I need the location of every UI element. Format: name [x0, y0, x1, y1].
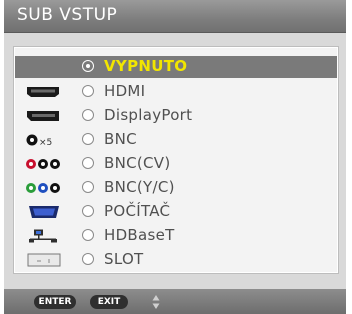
slot-icon [27, 253, 61, 267]
input-option-hdmi[interactable]: HDMI [15, 81, 337, 103]
radio-button[interactable] [82, 181, 94, 193]
input-option-label: BNC(CV) [104, 154, 171, 172]
input-option-slot[interactable]: SLOT [15, 249, 337, 271]
input-option-label: BNC [104, 130, 137, 148]
input-list: VYPNUTO HDMI DisplayPort ×5 BNC BNC(CV) … [13, 46, 339, 274]
input-option-displayport[interactable]: DisplayPort [15, 105, 337, 127]
input-option-label: VYPNUTO [104, 57, 188, 75]
input-option-label: DisplayPort [104, 106, 193, 124]
input-option-bnc[interactable]: ×5 BNC [15, 129, 337, 151]
radio-button-selected[interactable] [82, 60, 94, 72]
radio-button[interactable] [82, 157, 94, 169]
bnc-cv-icon [26, 159, 60, 169]
radio-button[interactable] [82, 253, 94, 265]
bnc-x5-icon: ×5 [26, 134, 52, 147]
bnc-count-text: ×5 [39, 138, 52, 147]
radio-button[interactable] [82, 133, 94, 145]
input-option-label: HDBaseT [104, 226, 175, 244]
input-option-off[interactable]: VYPNUTO [15, 56, 337, 78]
menu-title: SUB VSTUP [17, 5, 118, 25]
input-option-hdbaset[interactable]: HDBaseT [15, 225, 337, 247]
network-icon [29, 229, 57, 243]
menu-footer: ENTER EXIT [4, 289, 346, 314]
displayport-icon [27, 111, 59, 121]
radio-button[interactable] [82, 109, 94, 121]
bnc-yc-icon [26, 183, 60, 193]
input-option-label: BNC(Y/C) [104, 178, 175, 196]
hdmi-icon [27, 87, 59, 97]
input-option-label: SLOT [104, 250, 144, 268]
input-option-label: HDMI [104, 82, 146, 100]
enter-button[interactable]: ENTER [34, 295, 76, 309]
input-option-computer[interactable]: POČÍTAČ [15, 201, 337, 223]
radio-button[interactable] [82, 205, 94, 217]
up-down-arrows-icon [152, 295, 160, 309]
input-option-bnc-yc[interactable]: BNC(Y/C) [15, 177, 337, 199]
input-option-label: POČÍTAČ [104, 202, 171, 220]
exit-button[interactable]: EXIT [90, 295, 128, 309]
menu-header: SUB VSTUP [4, 0, 346, 33]
sub-input-menu: SUB VSTUP VYPNUTO HDMI DisplayPort ×5 BN… [4, 0, 346, 314]
radio-button[interactable] [82, 229, 94, 241]
input-option-bnc-cv[interactable]: BNC(CV) [15, 153, 337, 175]
computer-vga-icon [29, 206, 59, 218]
radio-button[interactable] [82, 85, 94, 97]
